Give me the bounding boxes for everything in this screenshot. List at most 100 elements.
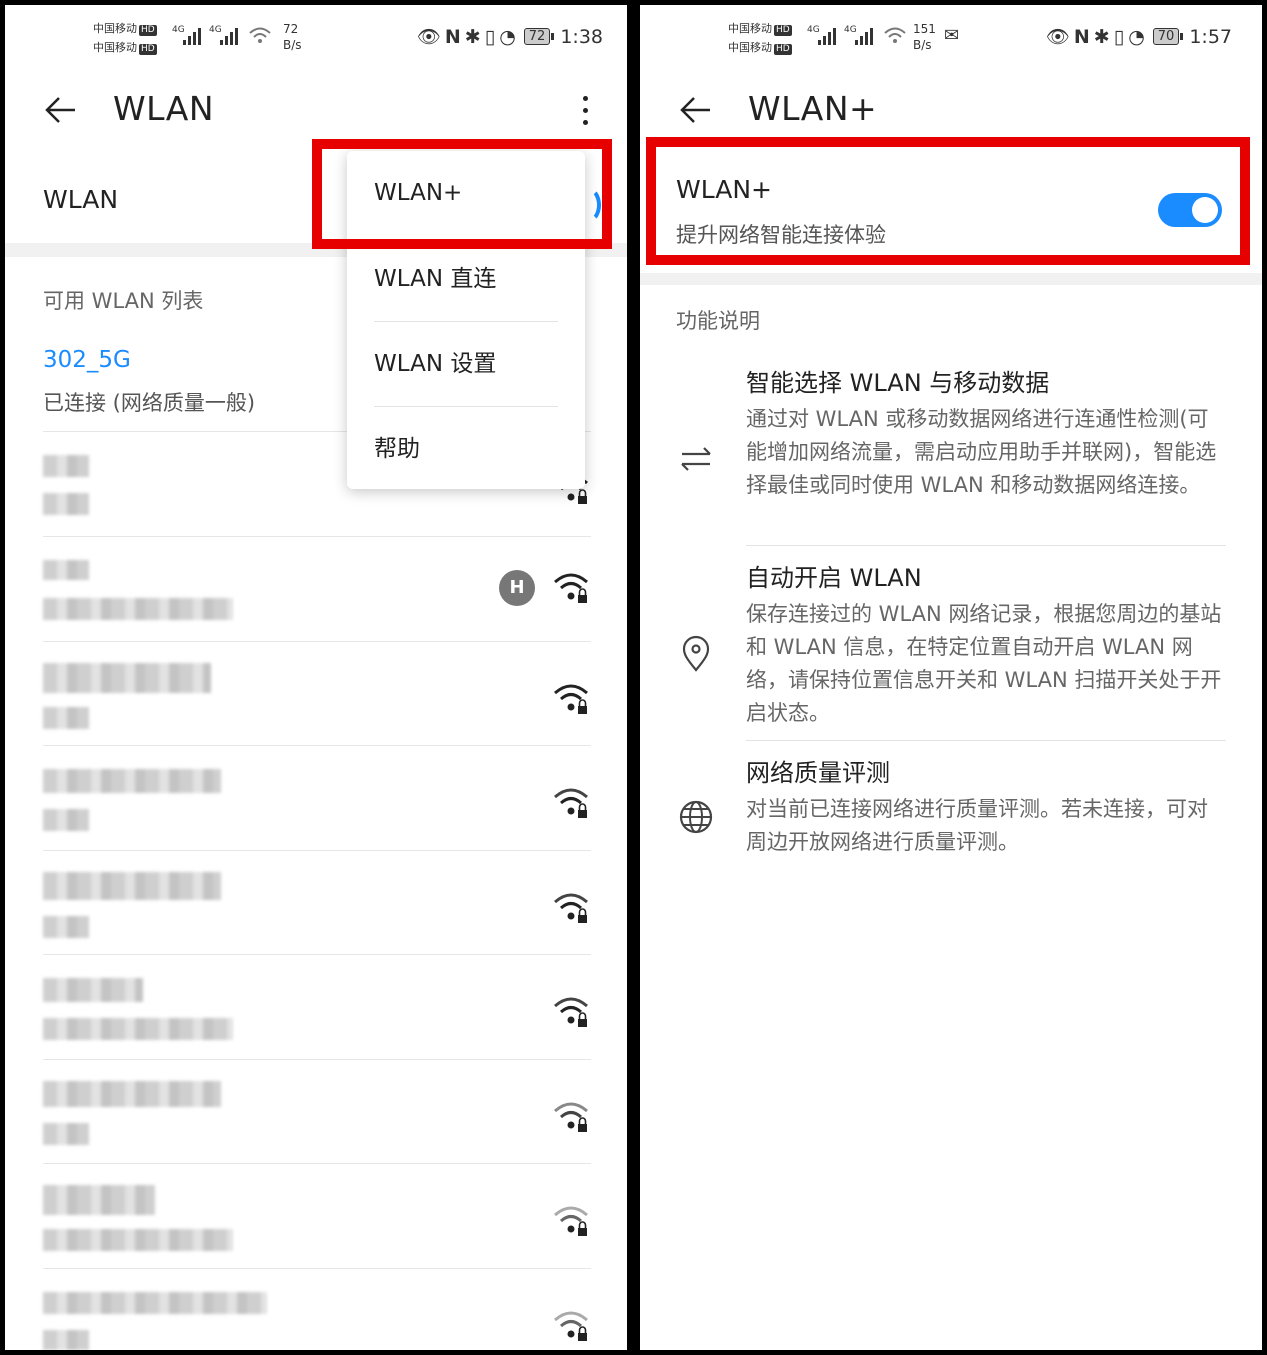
blurred-ssid (43, 1185, 155, 1215)
feature-item: 网络质量评测 对当前已连接网络进行质量评测。若未连接，可对周边开放网络进行质量评… (676, 747, 1226, 867)
status-icons: 👁 N ✱ ▯ ◔ 70 1:57 (1045, 25, 1232, 49)
bluetooth-icon: ✱ (464, 25, 481, 48)
swap-arrows-icon (681, 447, 711, 471)
wlan-screen: 中国移动 HD 中国移动 HD 4G 4G 72 B/s 👁 N ✱ ▯ ◔ 72 1… (5, 5, 627, 1350)
blurred-ssid (43, 978, 143, 1002)
network-speed: 151 B/s (913, 22, 936, 52)
more-options-icon[interactable] (575, 92, 595, 130)
wlan-plus-screen: 中国移动 HD 中国移动 HD 4G 4G 151 B/s ✉ 👁 N ✱ ▯ ◔ 7… (640, 5, 1262, 1350)
menu-item-help[interactable]: 帮助 (374, 406, 558, 491)
wifi-locked-icon (554, 788, 588, 818)
status-icons: 👁 N ✱ ▯ ◔ 72 1:38 (416, 25, 603, 49)
page-title: WLAN (113, 89, 215, 128)
blurred-status (43, 1229, 233, 1251)
blurred-ssid (43, 872, 221, 900)
feature-title: 网络质量评测 (746, 759, 890, 787)
back-arrow-icon[interactable] (678, 92, 714, 128)
feature-description: 保存连接过的 WLAN 网络记录，根据您周边的基站和 WLAN 信息，在特定位置… (746, 602, 1222, 725)
blurred-status (43, 916, 89, 938)
highlight-box (312, 139, 612, 249)
signal-icon (220, 27, 242, 45)
hd-badge: HD (139, 25, 157, 36)
back-arrow-icon[interactable] (43, 92, 79, 128)
signal-icon (818, 27, 840, 45)
status-bar: 中国移动 HD 中国移动 HD 4G 4G 151 B/s ✉ 👁 N ✱ ▯ ◔ 7… (640, 5, 1262, 65)
highlight-box (646, 137, 1250, 265)
divider (746, 740, 1226, 741)
list-item[interactable] (43, 954, 591, 1060)
divider (640, 273, 1262, 285)
wifi-locked-icon (554, 1311, 588, 1341)
bluetooth-icon: ✱ (1093, 25, 1110, 48)
nfc-icon: N (444, 25, 461, 48)
wifi-status-icon (884, 27, 906, 43)
vibrate-icon: ▯ (484, 25, 496, 48)
carrier-info: 中国移动 HD 中国移动 HD (728, 19, 792, 57)
hd-badge: HD (774, 25, 792, 36)
page-title: WLAN+ (748, 89, 878, 128)
wechat-icon: ✉ (944, 25, 960, 46)
wifi-locked-icon (554, 573, 588, 603)
feature-title: 自动开启 WLAN (746, 564, 922, 592)
blurred-status (43, 707, 89, 729)
carrier-name: 中国移动 (93, 22, 137, 35)
feature-item: 智能选择 WLAN 与移动数据 通过对 WLAN 或移动数据网络进行连通性检测(… (676, 357, 1226, 547)
menu-item-wlan-settings[interactable]: WLAN 设置 (374, 321, 558, 406)
feature-title: 智能选择 WLAN 与移动数据 (746, 369, 1050, 397)
signal-icon (855, 27, 877, 45)
section-header: 功能说明 (676, 309, 760, 333)
carrier-info: 中国移动 HD 中国移动 HD (93, 19, 157, 57)
location-pin-icon (682, 635, 710, 672)
list-item[interactable] (43, 745, 591, 851)
eye-comfort-icon: 👁 (416, 26, 441, 48)
carrier-name: 中国移动 (728, 41, 772, 54)
carrier-name: 中国移动 (728, 22, 772, 35)
blurred-ssid (43, 663, 211, 693)
clock: 1:38 (560, 25, 603, 48)
blurred-status (43, 1018, 233, 1040)
menu-item-wlan-direct[interactable]: WLAN 直连 (374, 237, 558, 321)
wifi-locked-icon (554, 684, 588, 714)
list-item[interactable] (43, 1059, 591, 1164)
clock: 1:57 (1189, 25, 1232, 48)
app-bar: WLAN (5, 75, 627, 145)
vibrate-icon: ▯ (1113, 25, 1125, 48)
feature-description: 通过对 WLAN 或移动数据网络进行连通性检测(可能增加网络流量，需启动应用助手… (746, 407, 1217, 497)
blurred-ssid (43, 1292, 267, 1314)
network-speed: 72 B/s (283, 22, 302, 52)
blurred-status (43, 493, 89, 515)
blurred-status (43, 1123, 89, 1145)
battery-icon: 72 (523, 28, 554, 45)
network-ssid: 302_5G (43, 347, 131, 373)
blurred-status (43, 809, 89, 831)
wifi-locked-icon (554, 893, 588, 923)
speed-gauge-icon: ◔ (1128, 25, 1145, 48)
network-status: 已连接 (网络质量一般) (43, 391, 256, 415)
battery-icon: 70 (1152, 28, 1183, 45)
speed-gauge-icon: ◔ (499, 25, 516, 48)
list-header: 可用 WLAN 列表 (43, 289, 204, 313)
list-item[interactable] (43, 1268, 591, 1350)
blurred-ssid (43, 1081, 221, 1107)
blurred-status (43, 1330, 89, 1350)
hilink-icon: H (499, 570, 535, 606)
eye-comfort-icon: 👁 (1045, 26, 1070, 48)
blurred-status (43, 598, 233, 620)
list-item[interactable] (43, 1163, 591, 1269)
wlan-label: WLAN (43, 185, 119, 214)
status-bar: 中国移动 HD 中国移动 HD 4G 4G 72 B/s 👁 N ✱ ▯ ◔ 72 1… (5, 5, 627, 65)
wifi-locked-icon (554, 997, 588, 1027)
list-item[interactable]: H (43, 536, 591, 642)
blurred-ssid (43, 769, 221, 793)
blurred-ssid (43, 560, 89, 580)
hd-badge: HD (139, 44, 157, 55)
nfc-icon: N (1073, 25, 1090, 48)
wifi-status-icon (249, 27, 271, 43)
feature-description: 对当前已连接网络进行质量评测。若未连接，可对周边开放网络进行质量评测。 (746, 797, 1208, 854)
list-item[interactable] (43, 850, 591, 955)
list-item[interactable] (43, 641, 591, 746)
feature-item: 自动开启 WLAN 保存连接过的 WLAN 网络记录，根据您周边的基站和 WLA… (676, 552, 1226, 742)
hd-badge: HD (774, 44, 792, 55)
carrier-name: 中国移动 (93, 41, 137, 54)
blurred-ssid (43, 455, 89, 477)
